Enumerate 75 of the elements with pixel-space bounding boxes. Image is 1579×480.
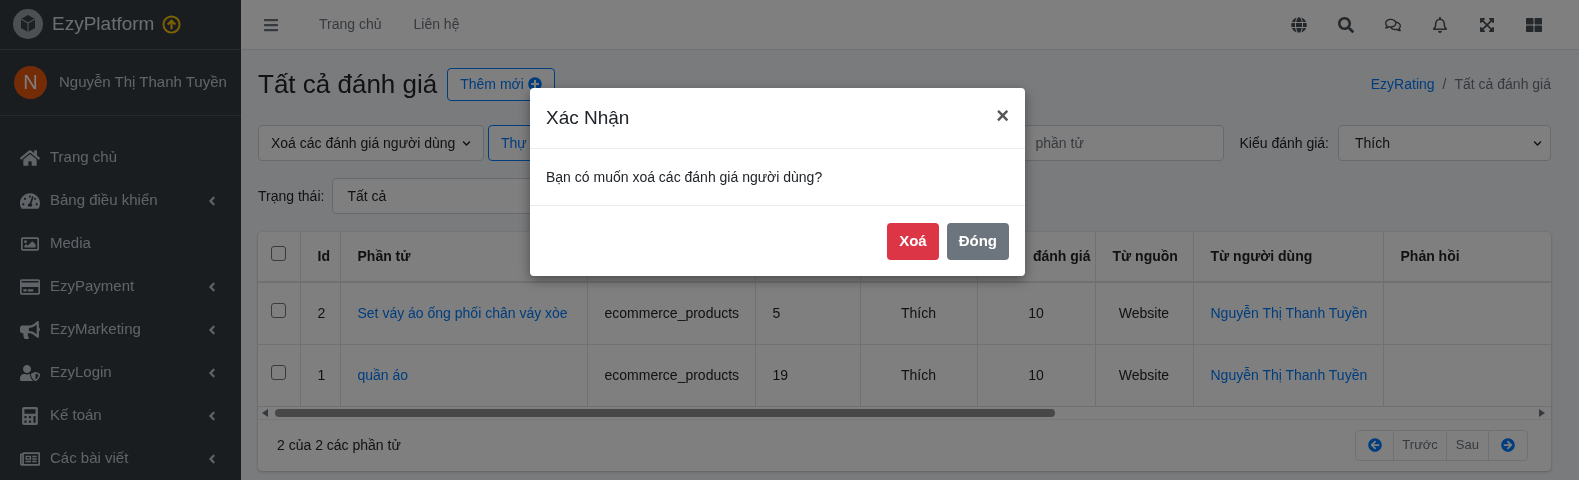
table-cell: ecommerce_products: [604, 304, 740, 321]
sidebar-item[interactable]: Kế toán: [0, 394, 241, 437]
table-link[interactable]: Nguyễn Thị Thanh Tuyền: [1210, 366, 1368, 383]
column-header: Id: [317, 248, 330, 264]
arrow-left-icon: [1367, 438, 1382, 452]
column-header: Phần tử: [357, 248, 411, 264]
sidebar-item[interactable]: EzyMarketing: [0, 308, 241, 351]
logo-icon: [12, 8, 44, 41]
table-cell: 2: [317, 304, 326, 321]
table-link[interactable]: quần áo: [357, 366, 409, 383]
page-title: Tất cả đánh giá: [258, 67, 438, 101]
breadcrumb-item: Tất cả đánh giá: [1454, 74, 1551, 94]
table-cell: 1: [317, 366, 326, 383]
calculator-icon: [20, 406, 40, 425]
dialog-button[interactable]: Xoá: [887, 222, 939, 260]
brand-name[interactable]: EzyPlatform: [52, 10, 155, 39]
menu-icon[interactable]: [263, 16, 279, 33]
globe-icon[interactable]: [1290, 16, 1307, 33]
home-icon: [20, 148, 40, 167]
newspaper-icon: [20, 449, 40, 468]
caret-icon: [462, 138, 471, 148]
add-button[interactable]: Thêm mới: [447, 67, 555, 101]
bell-icon[interactable]: [1431, 16, 1448, 33]
table-cell: Website: [1118, 304, 1170, 321]
table-link[interactable]: Nguyễn Thị Thanh Tuyền: [1210, 304, 1368, 321]
arrow-up-circle-icon: [162, 14, 182, 34]
table-cell: 19: [772, 366, 789, 383]
breadcrumb-separator: /: [1441, 74, 1448, 94]
table-cell: 10: [1028, 304, 1044, 321]
sidebar-item[interactable]: Các bài viết: [0, 437, 241, 480]
avatar: N: [14, 65, 47, 99]
rating-type-select[interactable]: Thích: [1338, 125, 1551, 161]
action-select[interactable]: Xoá các đánh giá người dùng: [258, 125, 484, 161]
dialog-button[interactable]: Đóng: [946, 222, 1009, 260]
table-cell: 10: [1028, 366, 1044, 383]
sidebar-item[interactable]: Bảng điều khiển: [0, 179, 241, 222]
rating-type-label: Kiểu đánh giá:: [1239, 133, 1329, 153]
table-cell: Website: [1118, 366, 1170, 383]
column-header: Từ người dùng: [1210, 248, 1313, 264]
caret-icon: [1533, 138, 1542, 148]
megaphone-icon: [20, 320, 40, 339]
credit-card-icon: [20, 277, 40, 296]
page-link[interactable]: Trước: [1394, 430, 1447, 460]
image-icon: [20, 234, 40, 253]
arrow-right-icon: [1501, 438, 1515, 452]
sidebar-item[interactable]: EzyLogin: [0, 351, 241, 394]
grid-icon[interactable]: [1525, 16, 1542, 33]
nav-link[interactable]: Liên hệ: [397, 14, 476, 35]
checkbox[interactable]: [271, 364, 287, 380]
checkbox[interactable]: [271, 302, 287, 318]
column-header: Phản hồi: [1400, 248, 1460, 264]
table-link[interactable]: Set váy áo ống phối chân váy xòe: [357, 304, 568, 321]
page-link[interactable]: Sau: [1446, 430, 1489, 460]
expand-icon[interactable]: [1478, 16, 1495, 33]
column-header: Từ nguồn: [1112, 248, 1178, 264]
search-field[interactable]: phần tử: [1022, 125, 1225, 161]
table-cell: ecommerce_products: [604, 366, 740, 383]
breadcrumb-item[interactable]: EzyRating: [1370, 73, 1435, 95]
search-icon[interactable]: [1337, 16, 1354, 33]
user-shield-icon: [20, 363, 40, 382]
table-cell: 5: [772, 304, 781, 321]
sidebar-item[interactable]: Media: [0, 222, 241, 265]
status-label: Trạng thái:: [258, 186, 325, 206]
user-name[interactable]: Nguyễn Thị Thanh Tuyền: [59, 71, 227, 94]
checkbox[interactable]: [271, 246, 287, 261]
gauge-icon: [20, 191, 40, 210]
close-button[interactable]: ×: [996, 105, 1009, 131]
sidebar-item[interactable]: Trang chủ: [0, 136, 241, 179]
column-header: đánh giá: [1032, 248, 1091, 264]
table-cell: Thích: [901, 304, 936, 321]
nav-link[interactable]: Trang chủ: [303, 14, 398, 35]
chat-icon[interactable]: [1384, 16, 1401, 33]
sidebar-item[interactable]: EzyPayment: [0, 265, 241, 308]
table-cell: Thích: [901, 366, 936, 383]
pagination-summary: 2 của 2 các phần tử: [277, 435, 402, 455]
